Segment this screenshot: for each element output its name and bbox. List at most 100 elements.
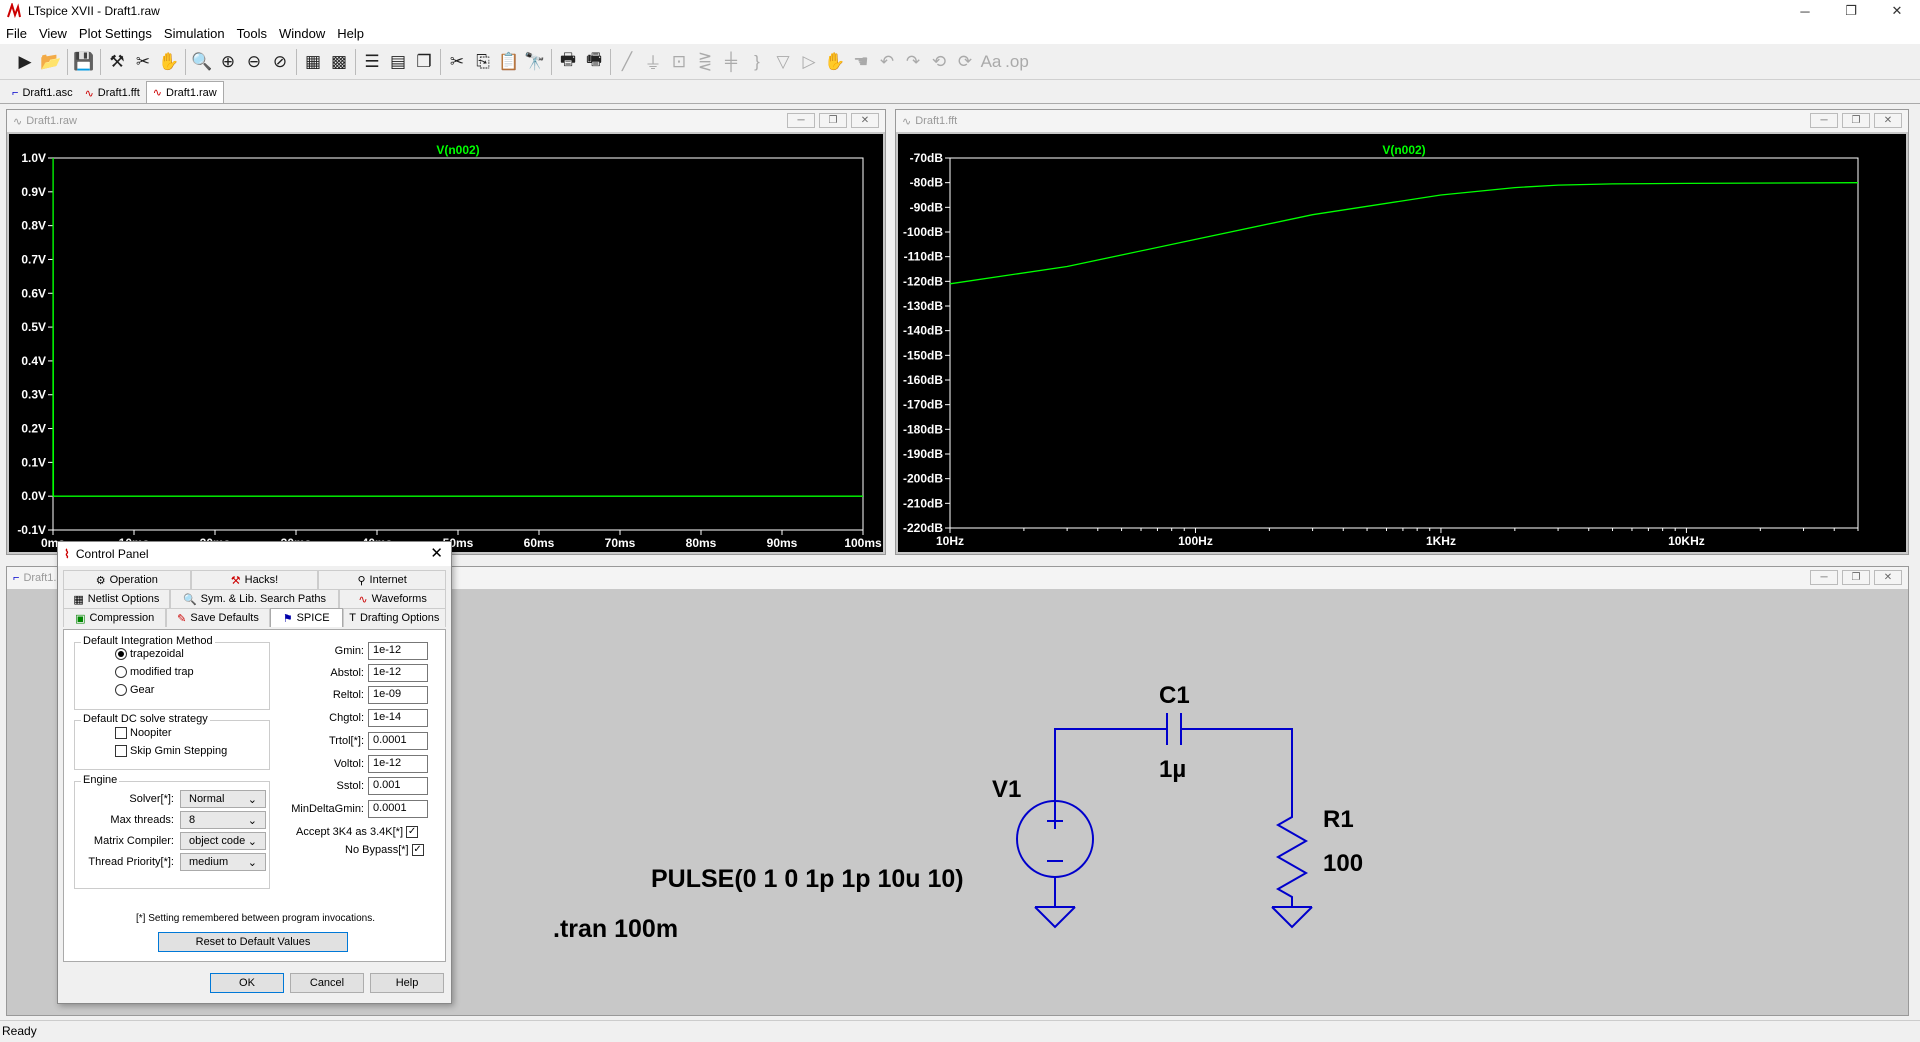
- help-button[interactable]: Help: [370, 973, 444, 993]
- radio-trapezoidal[interactable]: trapezoidal: [115, 648, 184, 660]
- select-value: Normal: [189, 793, 225, 805]
- schematic-restore-button[interactable]: ❐: [1842, 570, 1870, 585]
- control-panel-icon[interactable]: ⚒: [104, 48, 130, 76]
- copy-icon[interactable]: ⎘: [470, 48, 496, 76]
- abstol-field[interactable]: 1e-12: [368, 664, 428, 682]
- radio-button[interactable]: [115, 648, 127, 660]
- sstol-field[interactable]: 0.001: [368, 777, 428, 795]
- raw-window-title: Draft1.raw: [26, 115, 77, 127]
- y-tick-label: -170dB: [903, 398, 943, 412]
- chgtol-field[interactable]: 1e-14: [368, 709, 428, 727]
- grid-icon[interactable]: ▩: [326, 48, 352, 76]
- zoom-out-icon[interactable]: ⊖: [241, 48, 267, 76]
- c1-name: C1: [1159, 682, 1190, 709]
- zoom-area-icon[interactable]: ⊕: [215, 48, 241, 76]
- pan-hand-icon[interactable]: ✋: [156, 48, 182, 76]
- tab-netlist-options[interactable]: ▦ Netlist Options: [63, 589, 170, 608]
- radio-button[interactable]: [115, 684, 127, 696]
- print-preview-icon[interactable]: 🖷: [581, 48, 607, 76]
- tab-search-paths[interactable]: 🔍 Sym. & Lib. Search Paths: [169, 589, 340, 608]
- fft-restore-button[interactable]: ❐: [1842, 113, 1870, 128]
- tab-draft1-raw[interactable]: ∿ Draft1.raw: [145, 81, 224, 103]
- reset-defaults-button[interactable]: Reset to Default Values: [158, 932, 348, 952]
- raw-close-button[interactable]: ✕: [851, 113, 879, 128]
- radio-modified-trap[interactable]: modified trap: [115, 666, 194, 678]
- save-icon[interactable]: 💾: [71, 48, 97, 76]
- tab-compression[interactable]: ▣ Compression: [63, 608, 167, 627]
- checkbox[interactable]: [115, 727, 127, 739]
- schematic-close-button[interactable]: ✕: [1874, 570, 1902, 585]
- restore-button[interactable]: ❐: [1828, 0, 1874, 22]
- plot-frame: [52, 157, 864, 531]
- tab-waveforms[interactable]: ∿ Waveforms: [339, 589, 446, 608]
- inductor-icon: }: [754, 51, 760, 71]
- y-tick-label: 0.9V: [21, 185, 46, 199]
- checkbox-no-bypass[interactable]: No Bypass[*] ✓: [345, 844, 424, 856]
- trtol-field[interactable]: 0.0001: [368, 732, 428, 750]
- find-icon[interactable]: 🔭: [522, 48, 548, 76]
- checkbox-checked[interactable]: ✓: [411, 844, 424, 856]
- tab-internet[interactable]: ⚲ Internet: [318, 570, 447, 589]
- reltol-field[interactable]: 1e-09: [368, 686, 428, 704]
- tab-save-defaults[interactable]: ✎ Save Defaults: [166, 608, 270, 627]
- max-threads-select[interactable]: 8 ⌄: [180, 811, 266, 829]
- checkbox-noopiter[interactable]: Noopiter: [115, 727, 172, 739]
- option-label: Noopiter: [130, 727, 172, 739]
- autorange-icon[interactable]: ▦: [300, 48, 326, 76]
- tile-horizontal-icon[interactable]: ☰: [359, 48, 385, 76]
- close-button[interactable]: ✕: [1874, 0, 1920, 22]
- voltol-field[interactable]: 1e-12: [368, 755, 428, 773]
- solver-select[interactable]: Normal ⌄: [180, 790, 266, 808]
- checkbox-checked[interactable]: ✓: [406, 826, 419, 838]
- menu-file[interactable]: File: [0, 26, 33, 41]
- menu-window[interactable]: Window: [273, 26, 331, 41]
- menu-plot-settings[interactable]: Plot Settings: [73, 26, 158, 41]
- run-icon[interactable]: ▶: [12, 48, 38, 76]
- checkbox-accept-3k4[interactable]: Accept 3K4 as 3.4K[*] ✓: [296, 826, 419, 838]
- menu-help[interactable]: Help: [331, 26, 370, 41]
- tab-spice[interactable]: ⚑ SPICE: [269, 608, 343, 627]
- raw-restore-button[interactable]: ❐: [819, 113, 847, 128]
- cascade-icon[interactable]: ❐: [411, 48, 437, 76]
- tab-hacks[interactable]: ⚒ Hacks!: [190, 570, 319, 589]
- series-line: [949, 182, 1859, 285]
- transient-plot[interactable]: V(n002) 1.0V 0.9V 0.8V 0.7V 0.6V 0.5V 0.4V 0.3V 0…: [9, 134, 883, 552]
- radio-button[interactable]: [115, 666, 127, 678]
- open-icon[interactable]: 📂: [38, 48, 64, 76]
- toolbar: ▶ 📂 💾 ⚒ ✂ ✋ 🔍 ⊕ ⊖ ⊘ ▦ ▩ ☰ ▤ ❐ ✂ ⎘ 📋 🔭 🖶 …: [0, 44, 1920, 80]
- y-tick-label: -210dB: [903, 496, 943, 510]
- menu-simulation[interactable]: Simulation: [158, 26, 231, 41]
- ok-button[interactable]: OK: [210, 973, 284, 993]
- tab-drafting-options[interactable]: T Drafting Options: [342, 608, 446, 627]
- matrix-compiler-select[interactable]: object code ⌄: [180, 832, 266, 850]
- tab-draft1-fft[interactable]: ∿ Draft1.fft: [79, 83, 146, 103]
- v1-name: V1: [992, 776, 1021, 803]
- fft-window-title: Draft1.fft: [915, 115, 958, 127]
- minimize-button[interactable]: ─: [1782, 0, 1828, 22]
- gmin-field[interactable]: 1e-12: [368, 642, 428, 660]
- mindeltagmin-field[interactable]: 0.0001: [368, 800, 428, 818]
- fft-close-button[interactable]: ✕: [1874, 113, 1902, 128]
- radio-gear[interactable]: Gear: [115, 684, 154, 696]
- fft-plot[interactable]: V(n002) -70dB -80dB -90dB -100dB -110dB -120dB…: [898, 134, 1906, 552]
- zoom-cancel-icon[interactable]: ⊘: [267, 48, 293, 76]
- cancel-button[interactable]: Cancel: [290, 973, 364, 993]
- tab-draft1-asc[interactable]: ⌐ Draft1.asc: [6, 83, 79, 103]
- zoom-in-icon[interactable]: 🔍: [189, 48, 215, 76]
- halt-icon[interactable]: ✂: [130, 48, 156, 76]
- tile-vertical-icon[interactable]: ▤: [385, 48, 411, 76]
- undo-icon: ↶: [879, 51, 895, 71]
- menu-view[interactable]: View: [33, 26, 73, 41]
- checkbox-skip-gmin[interactable]: Skip Gmin Stepping: [115, 745, 227, 757]
- menu-tools[interactable]: Tools: [231, 26, 273, 41]
- fft-minimize-button[interactable]: ─: [1810, 113, 1838, 128]
- tab-operation[interactable]: ⚙ Operation: [63, 570, 191, 589]
- paste-icon[interactable]: 📋: [496, 48, 522, 76]
- cut-icon[interactable]: ✂: [444, 48, 470, 76]
- print-icon[interactable]: 🖶: [555, 48, 581, 76]
- schematic-minimize-button[interactable]: ─: [1810, 570, 1838, 585]
- thread-priority-select[interactable]: medium ⌄: [180, 853, 266, 871]
- control-panel-close-icon[interactable]: ✕: [430, 544, 443, 562]
- raw-minimize-button[interactable]: ─: [787, 113, 815, 128]
- checkbox[interactable]: [115, 745, 127, 757]
